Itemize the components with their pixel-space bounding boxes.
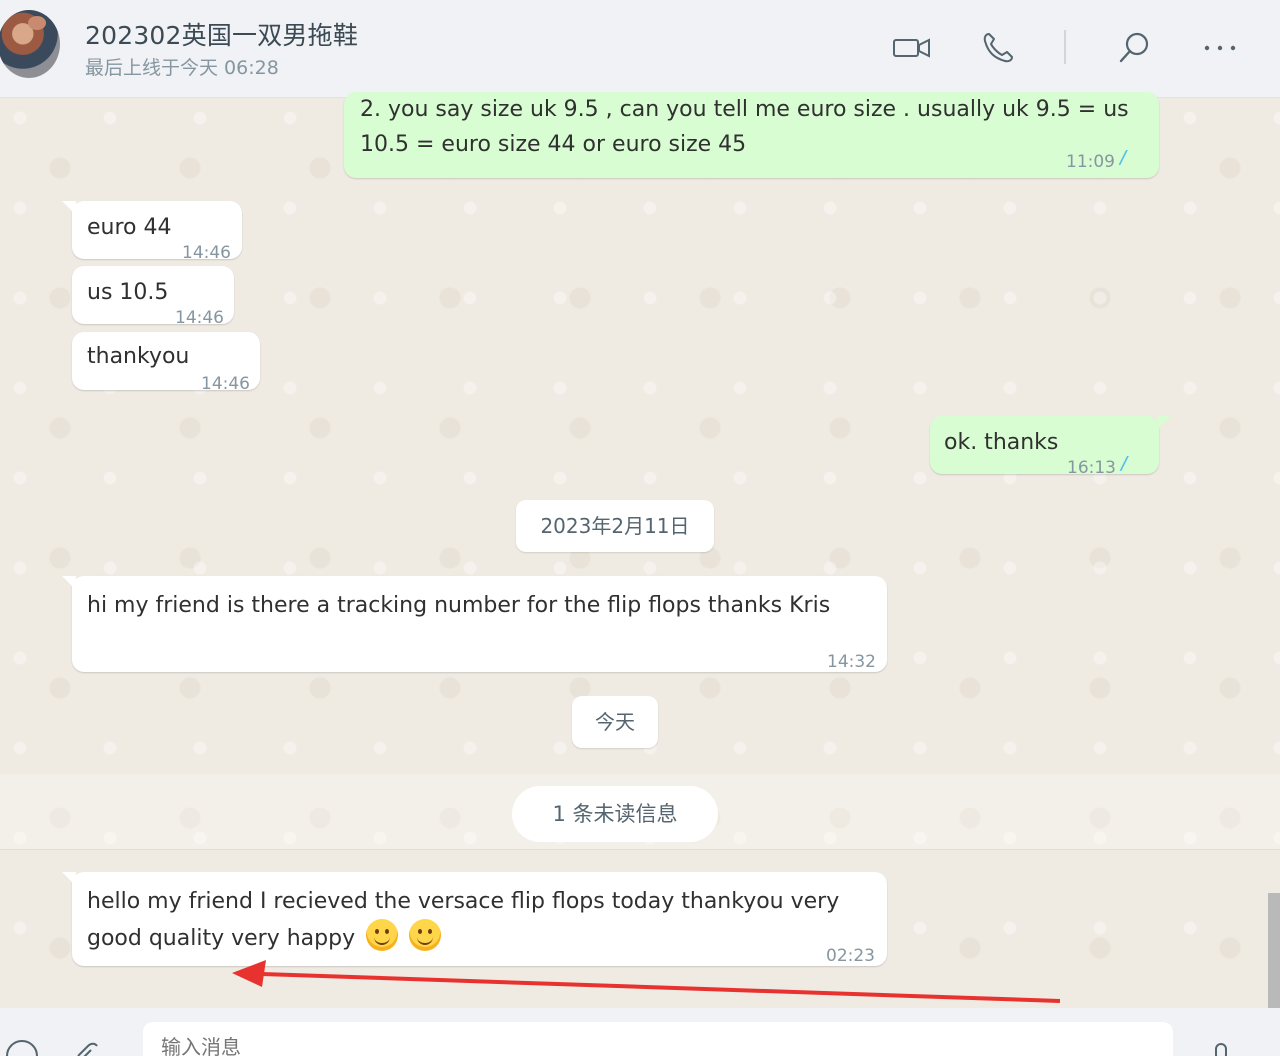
attach-icon[interactable] — [74, 1042, 104, 1056]
header-separator — [1064, 30, 1066, 64]
more-options-icon[interactable] — [1200, 28, 1240, 68]
composer-bar — [0, 1008, 1280, 1056]
contact-name[interactable]: 202302英国一双男拖鞋 — [85, 16, 358, 52]
contact-avatar[interactable] — [0, 10, 60, 78]
voice-call-icon[interactable] — [978, 28, 1018, 68]
search-icon[interactable] — [1114, 28, 1154, 68]
emoji-icon[interactable] — [4, 1038, 40, 1056]
last-seen-status: 最后上线于今天 06:28 — [85, 57, 279, 79]
video-call-icon[interactable] — [892, 28, 932, 68]
message-list[interactable]: 2. you say size uk 9.5 , can you tell me… — [0, 92, 1280, 1008]
message-input[interactable] — [143, 1022, 1173, 1056]
chat-header: 202302英国一双男拖鞋 最后上线于今天 06:28 — [0, 0, 1280, 98]
microphone-icon[interactable] — [1210, 1042, 1232, 1056]
annotation-arrow — [232, 960, 1061, 1003]
scrollbar-thumb[interactable] — [1268, 893, 1280, 1008]
